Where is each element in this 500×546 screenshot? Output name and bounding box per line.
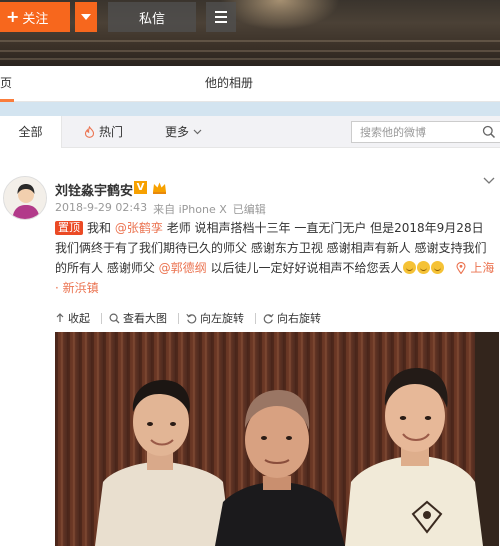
post-meta: 2018-9-29 02:43 来自 iPhone X 已编辑: [55, 201, 266, 217]
post-card: 刘铨淼宇鹤安 V 2018-9-29 02:43 来自 iPhone X 已编辑…: [0, 160, 500, 546]
mention-link[interactable]: @郭德纲: [159, 261, 207, 275]
rotate-right-button[interactable]: 向右旋转: [263, 310, 321, 326]
emoji-icon: [416, 261, 430, 274]
tab-all-label: 全部: [18, 125, 43, 139]
verified-v-icon: V: [134, 181, 147, 194]
toolbar-divider: [101, 312, 102, 324]
search-placeholder: 搜索他的微博: [360, 126, 426, 139]
chevron-down-icon: [193, 129, 202, 135]
mention-link[interactable]: @张鹤孪: [115, 221, 163, 235]
chevron-down-icon[interactable]: [483, 177, 495, 185]
message-button[interactable]: 私信: [108, 2, 196, 32]
post-photo-image: [55, 332, 499, 546]
emoji-icon: [402, 261, 416, 274]
post-text-part: 我和: [87, 221, 112, 235]
arrow-up-icon: [56, 313, 64, 322]
collapse-button[interactable]: 收起: [55, 310, 90, 326]
banner-wave: [0, 58, 500, 60]
tab-hot-label: 热门: [99, 125, 124, 139]
post-text: 置顶 我和 @张鹤孪 老师 说相声搭档十三年 一直无门无户 但是2018年9月28…: [55, 218, 495, 298]
collapse-label: 收起: [68, 312, 90, 325]
post-timestamp[interactable]: 2018-9-29 02:43: [55, 201, 147, 217]
rotate-left-label: 向左旋转: [200, 312, 244, 325]
banner-wave: [0, 40, 500, 42]
menu-icon-line: [215, 16, 227, 18]
more-menu-button[interactable]: [206, 2, 236, 32]
fire-icon: [84, 126, 95, 138]
avatar-image: [4, 177, 46, 219]
tab-album-label: 他的相册: [205, 76, 254, 90]
post-source: 来自 iPhone X: [153, 203, 227, 216]
search-icon[interactable]: [482, 125, 496, 139]
rotate-right-icon: [263, 313, 274, 323]
toolbar-divider: [255, 312, 256, 324]
tab-more-label: 更多: [165, 125, 190, 139]
zoom-icon: [109, 312, 120, 323]
view-large-button[interactable]: 查看大图: [109, 310, 167, 326]
message-label: 私信: [138, 11, 165, 27]
rotate-left-icon: [186, 313, 197, 323]
follow-label: 关注: [22, 11, 49, 27]
follow-button[interactable]: + 关注: [0, 2, 70, 32]
profile-tabs: 页 他的相册: [0, 66, 500, 102]
pinned-badge: 置顶: [55, 221, 83, 235]
tab-album[interactable]: 他的相册: [205, 66, 253, 102]
feed-filter-bar: 全部 热门 更多 搜索他的微博: [0, 116, 500, 148]
search-input[interactable]: 搜索他的微博: [351, 121, 500, 143]
tab-hot[interactable]: 热门: [84, 116, 123, 148]
menu-icon-line: [215, 21, 227, 23]
emoji-icon: [430, 261, 444, 274]
member-crown-icon: [153, 182, 166, 194]
toolbar-divider: [178, 312, 179, 324]
follow-dropdown-button[interactable]: [75, 2, 97, 32]
location-pin-icon: [456, 262, 466, 275]
tab-all[interactable]: 全部: [0, 116, 62, 148]
tab-home[interactable]: 页: [0, 66, 12, 102]
banner-light: [220, 0, 340, 30]
chevron-down-icon: [81, 14, 91, 20]
view-large-label: 查看大图: [123, 312, 167, 325]
rotate-right-label: 向右旋转: [277, 312, 321, 325]
tab-home-label: 页: [0, 76, 13, 90]
banner-wave: [0, 50, 500, 52]
menu-icon: [215, 11, 227, 13]
post-text-part: 以后徒儿一定好好说相声不给您丢人: [210, 261, 403, 275]
author-name[interactable]: 刘铨淼宇鹤安: [55, 180, 133, 199]
post-edited: 已编辑: [232, 203, 266, 216]
post-photo[interactable]: [55, 332, 499, 546]
avatar[interactable]: [3, 176, 47, 220]
rotate-left-button[interactable]: 向左旋转: [186, 310, 244, 326]
plus-icon: +: [6, 7, 20, 26]
tab-more[interactable]: 更多: [165, 116, 202, 148]
section-divider: [0, 102, 500, 116]
profile-banner: + 关注 私信: [0, 0, 500, 66]
media-toolbar: 收起 查看大图 向左旋转 向右旋转: [55, 310, 495, 326]
